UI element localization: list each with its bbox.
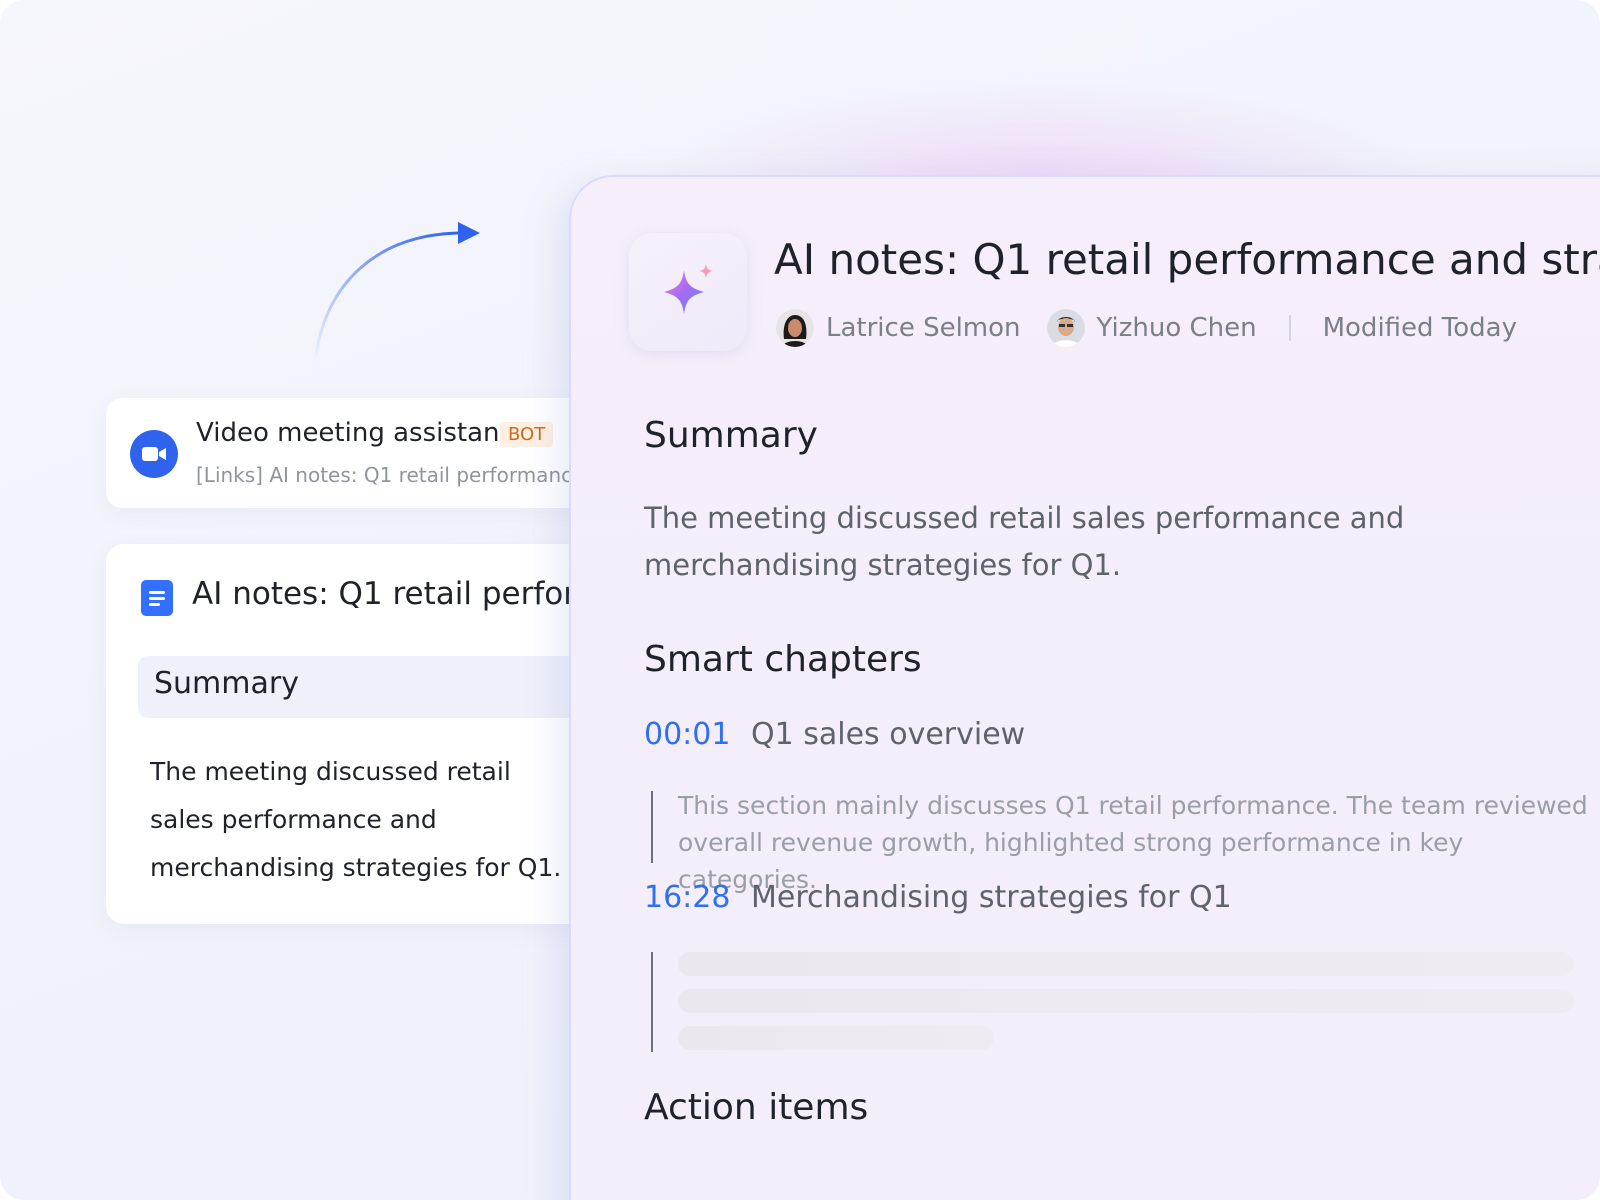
- summary-heading: Summary: [644, 415, 818, 456]
- sender-name: Video meeting assistant: [196, 418, 510, 448]
- video-camera-icon: [130, 430, 178, 478]
- chapter-title: Merchandising strategies for Q1: [751, 880, 1232, 915]
- loading-skeleton-line: [678, 952, 1574, 976]
- ai-sparkle-icon: [629, 233, 747, 351]
- loading-skeleton-line: [678, 1026, 994, 1050]
- ai-notes-document-panel: AI notes: Q1 retail performance and stra…: [569, 175, 1600, 1200]
- divider: [1288, 315, 1291, 341]
- chapter-quote-line: [651, 791, 653, 863]
- chapter-timestamp[interactable]: 00:01: [644, 717, 730, 752]
- action-items-heading: Action items: [644, 1087, 869, 1128]
- bot-badge: BOT: [500, 422, 554, 447]
- message-preview: [Links] AI notes: Q1 retail performance: [196, 463, 585, 487]
- avatar[interactable]: [776, 309, 814, 347]
- doc-card-summary-text: The meeting discussed retail sales perfo…: [150, 757, 562, 882]
- document-icon: [141, 580, 173, 616]
- doc-card-title[interactable]: AI notes: Q1 retail perform: [192, 576, 606, 612]
- loading-skeleton-line: [678, 989, 1574, 1013]
- smart-chapters-heading: Smart chapters: [644, 639, 922, 680]
- avatar[interactable]: [1046, 309, 1085, 347]
- summary-text: The meeting discussed retail sales perfo…: [644, 501, 1405, 582]
- document-meta: Latrice Selmon Yizhuo Chen Modified Toda…: [776, 309, 1517, 347]
- doc-card-summary-label: Summary: [154, 666, 299, 701]
- modified-status: Modified Today: [1322, 313, 1517, 343]
- document-title: AI notes: Q1 retail performance and stra…: [774, 235, 1600, 284]
- doc-preview-card[interactable]: AI notes: Q1 retail perform Summary The …: [106, 544, 638, 924]
- chapter-quote-line: [651, 952, 653, 1052]
- curved-arrow-icon: [313, 222, 480, 363]
- chapter-title: Q1 sales overview: [751, 717, 1026, 752]
- participant-name[interactable]: Yizhuo Chen: [1097, 313, 1257, 343]
- chapter-timestamp[interactable]: 16:28: [644, 880, 730, 915]
- participant-name[interactable]: Latrice Selmon: [826, 313, 1021, 343]
- chat-message-card[interactable]: Video meeting assistant BOT [Links] AI n…: [106, 398, 626, 508]
- canvas: Video meeting assistant BOT [Links] AI n…: [0, 0, 1600, 1200]
